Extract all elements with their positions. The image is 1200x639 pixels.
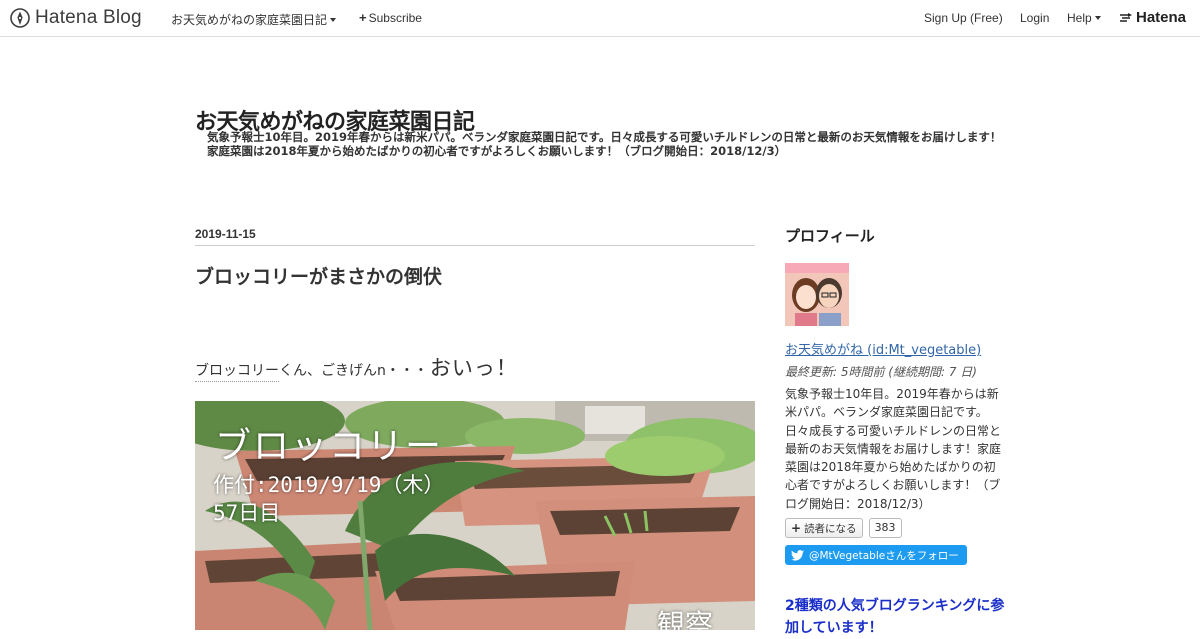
blog-menu-label: お天気めがねの家庭菜園日記 [171,13,328,27]
hatena-blog-pen-icon [10,8,30,28]
plus-icon: + [791,521,802,535]
logo-text: Hatena Blog [35,7,142,28]
help-dropdown[interactable]: Help [1067,11,1101,25]
help-label: Help [1067,11,1092,25]
caret-down-icon [330,17,337,22]
sidebar: プロフィール お天気めがね (id:Mt_vegetable) 最終更新: 5時… [785,225,1005,636]
keyword-link[interactable]: ブロッコリー [195,360,279,382]
blog-menu-dropdown[interactable]: お天気めがねの家庭菜園日記 [171,11,337,28]
caret-down-icon [1094,16,1101,20]
global-header: Hatena Blog お天気めがねの家庭菜園日記 + Subscribe Si… [0,0,1200,37]
subscribe-label: Subscribe [368,11,422,25]
ranking-heading: 2種類の人気ブログランキングに参加しています！ [785,598,1005,636]
photo-caption-corner: 観察 [657,608,714,630]
twitter-bird-icon [791,549,804,561]
reader-count: 383 [868,518,902,538]
entry-photo[interactable]: ブロッコリー 作付:2019/9/19（木） 57日目 観察 [195,401,755,630]
become-reader-button[interactable]: + 読者になる [785,518,863,538]
entry-date[interactable]: 2019-11-15 [195,227,755,246]
photo-caption-days: 57日目 [213,501,281,525]
entry-intro: ブロッコリー くん、ごきげんn・・・ おいっ！ [195,352,518,382]
profile-name-link[interactable]: お天気めがね (id:Mt_vegetable) [785,339,981,358]
entry-title[interactable]: ブロッコリーがまさかの倒伏 [195,262,442,289]
plus-icon: + [359,10,367,25]
avatar-illustration [785,263,849,326]
photo-caption-title: ブロッコリー [215,426,444,467]
twitter-follow-button[interactable]: @MtVegetableさんをフォロー [785,545,967,565]
login-link[interactable]: Login [1020,11,1049,25]
hatena-mark-icon [1120,12,1132,22]
profile-avatar[interactable] [785,263,849,326]
subscribe-button[interactable]: + Subscribe [359,11,422,25]
intro-emphasis: おいっ！ [429,356,518,380]
signup-link[interactable]: Sign Up (Free) [924,11,1003,25]
hatena-link[interactable]: Hatena [1119,9,1186,26]
photo-caption-date: 作付:2019/9/19（木） [213,473,445,497]
blog-description: 気象予報士10年目。2019年春からは新米パパ。ベランダ家庭菜園日記です。日々成… [207,130,1002,158]
profile-description: 気象予報士10年目。2019年春からは新米パパ。ベランダ家庭菜園日記です。日々成… [785,387,1002,511]
last-updated: 最終更新: 5時間前 (継続期間: 7 日) [785,365,977,379]
hatena-blog-logo[interactable]: Hatena Blog [10,7,142,29]
profile-heading: プロフィール [785,227,875,245]
reader-subscribe-row: + 読者になる 383 [785,518,902,538]
twitter-follow-label: @MtVegetableさんをフォロー [809,549,959,562]
intro-text: くん、ごきげんn・・・ [279,363,428,379]
hatena-label: Hatena [1136,9,1187,26]
become-reader-label: 読者になる [804,522,857,535]
